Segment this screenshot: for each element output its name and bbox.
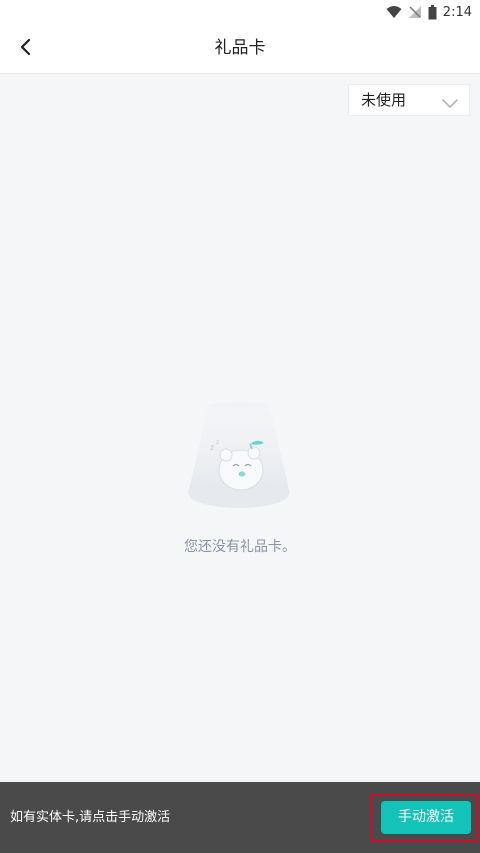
activation-hint: 如有实体卡,请点击手动激活 <box>10 810 171 825</box>
page-title: 礼品卡 <box>214 38 266 58</box>
empty-state-message: 您还没有礼品卡。 <box>184 539 296 555</box>
no-signal-icon <box>408 5 422 19</box>
battery-icon <box>428 4 437 20</box>
empty-state-illustration: z z <box>186 398 292 512</box>
chevron-left-icon <box>19 38 31 60</box>
status-icons: 2:14 <box>386 3 472 21</box>
status-time: 2:14 <box>442 4 472 20</box>
filter-selected-label: 未使用 <box>361 91 407 109</box>
manual-activate-button[interactable]: 手动激活 <box>381 801 471 834</box>
wifi-icon <box>386 5 402 19</box>
status-filter-dropdown[interactable]: 未使用 <box>348 84 470 116</box>
back-button[interactable] <box>10 34 40 64</box>
title-bar: 礼品卡 <box>0 24 480 74</box>
svg-text:z: z <box>216 439 219 446</box>
svg-text:z: z <box>210 443 214 452</box>
chevron-down-icon <box>441 94 459 113</box>
status-bar: 2:14 <box>0 0 480 24</box>
